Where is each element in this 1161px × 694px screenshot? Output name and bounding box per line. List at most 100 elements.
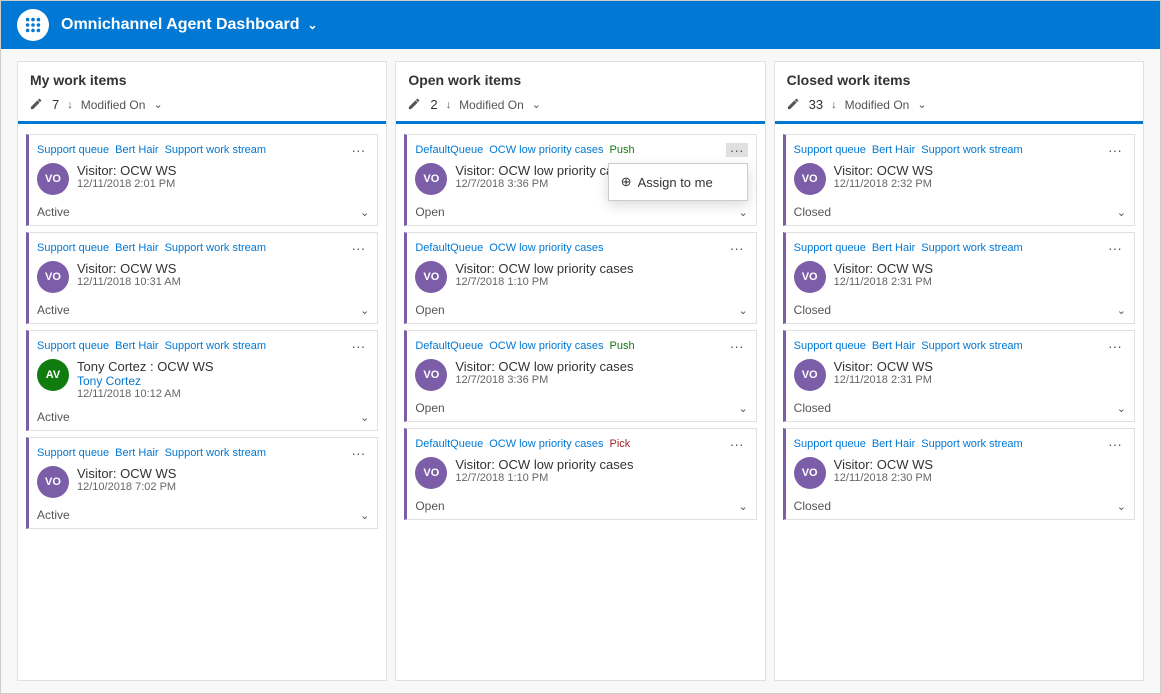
more-options-button[interactable]: ··· xyxy=(347,446,369,460)
work-item-body: VOVisitor: OCW WS12/11/2018 2:31 PM xyxy=(794,261,1126,293)
tag-label[interactable]: Support work stream xyxy=(921,340,1022,352)
work-item[interactable]: Support queue Bert Hair Support work strea… xyxy=(26,134,378,226)
top-bar: Omnichannel Agent Dashboard ⌄ xyxy=(1,1,1160,49)
work-item[interactable]: Support queue Bert Hair Support work strea… xyxy=(26,437,378,529)
tag-label[interactable]: Bert Hair xyxy=(872,340,915,352)
tag-label[interactable]: DefaultQueue xyxy=(415,242,483,254)
tag-label[interactable]: Support work stream xyxy=(921,144,1022,156)
more-options-button[interactable]: ··· xyxy=(347,241,369,255)
tag-label[interactable]: Support queue xyxy=(37,144,109,156)
app-icon xyxy=(17,9,49,41)
more-options-button[interactable]: ··· xyxy=(1104,339,1126,353)
expand-icon[interactable]: ⌄ xyxy=(738,206,747,219)
column-my-work-items: My work items7↓Modified On⌄Support queue… xyxy=(17,61,387,681)
work-item[interactable]: DefaultQueue OCW low priority cases ··· VOV… xyxy=(404,232,756,324)
tag-label[interactable]: Support queue xyxy=(794,144,866,156)
tag-label[interactable]: OCW low priority cases xyxy=(489,340,603,352)
expand-icon[interactable]: ⌄ xyxy=(1117,500,1126,513)
tag-label[interactable]: Bert Hair xyxy=(115,340,158,352)
work-item[interactable]: DefaultQueue OCW low priority cases Push ··… xyxy=(404,330,756,422)
more-options-button[interactable]: ··· xyxy=(1104,143,1126,157)
work-item[interactable]: Support queue Bert Hair Support work strea… xyxy=(26,330,378,431)
expand-icon[interactable]: ⌄ xyxy=(360,206,369,219)
work-item-footer: Active⌄ xyxy=(37,201,369,219)
sort-chevron-icon[interactable]: ⌄ xyxy=(153,98,162,111)
tag-label[interactable]: Support work stream xyxy=(165,447,266,459)
tag-label[interactable]: Support queue xyxy=(37,340,109,352)
work-item-info: Visitor: OCW WS12/11/2018 2:01 PM xyxy=(77,163,369,190)
tag-label[interactable]: Support queue xyxy=(794,340,866,352)
tag-label[interactable]: Bert Hair xyxy=(115,447,158,459)
tag-label[interactable]: Support work stream xyxy=(165,144,266,156)
tag-label[interactable]: Support queue xyxy=(794,438,866,450)
expand-icon[interactable]: ⌄ xyxy=(360,304,369,317)
tag-label[interactable]: DefaultQueue xyxy=(415,438,483,450)
app-container: Omnichannel Agent Dashboard ⌄ My work it… xyxy=(0,0,1161,694)
edit-icon[interactable] xyxy=(787,96,801,113)
work-item[interactable]: DefaultQueue OCW low priority cases Pick ··… xyxy=(404,428,756,520)
more-options-button[interactable]: ··· xyxy=(726,143,748,157)
work-item-tags: Support queue Bert Hair Support work strea… xyxy=(794,143,1126,157)
tag-label[interactable]: Push xyxy=(610,340,635,352)
tag-label[interactable]: Push xyxy=(610,144,635,156)
more-options-button[interactable]: ··· xyxy=(347,143,369,157)
expand-icon[interactable]: ⌄ xyxy=(738,402,747,415)
sort-arrow-icon[interactable]: ↓ xyxy=(67,99,73,111)
work-item-name: Visitor: OCW low priority cases xyxy=(455,359,747,374)
tag-label[interactable]: DefaultQueue xyxy=(415,340,483,352)
tag-label[interactable]: Bert Hair xyxy=(115,144,158,156)
tag-label[interactable]: OCW low priority cases xyxy=(489,144,603,156)
work-item[interactable]: DefaultQueue OCW low priority cases Push ··… xyxy=(404,134,756,226)
work-item[interactable]: Support queue Bert Hair Support work strea… xyxy=(783,134,1135,226)
sort-chevron-icon[interactable]: ⌄ xyxy=(917,98,926,111)
expand-icon[interactable]: ⌄ xyxy=(360,411,369,424)
tag-label[interactable]: Pick xyxy=(610,438,631,450)
tag-label[interactable]: OCW low priority cases xyxy=(489,242,603,254)
more-options-button[interactable]: ··· xyxy=(1104,437,1126,451)
tag-label[interactable]: Support work stream xyxy=(921,242,1022,254)
work-item-date: 12/11/2018 2:30 PM xyxy=(834,472,1126,484)
tag-label[interactable]: Support queue xyxy=(37,447,109,459)
expand-icon[interactable]: ⌄ xyxy=(360,509,369,522)
work-item-footer: Closed⌄ xyxy=(794,201,1126,219)
work-item[interactable]: Support queue Bert Hair Support work strea… xyxy=(783,428,1135,520)
more-options-button[interactable]: ··· xyxy=(726,339,748,353)
tag-label[interactable]: OCW low priority cases xyxy=(489,438,603,450)
tag-label[interactable]: Bert Hair xyxy=(115,242,158,254)
assign-to-me-button[interactable]: ⊕Assign to me xyxy=(609,166,747,198)
sort-chevron-icon[interactable]: ⌄ xyxy=(532,98,541,111)
status-badge: Active xyxy=(37,410,70,424)
expand-icon[interactable]: ⌄ xyxy=(1117,402,1126,415)
title-chevron-icon[interactable]: ⌄ xyxy=(308,18,318,32)
work-item-body: VOVisitor: OCW WS12/11/2018 10:31 AM xyxy=(37,261,369,293)
more-options-button[interactable]: ··· xyxy=(726,437,748,451)
tag-label[interactable]: Bert Hair xyxy=(872,438,915,450)
expand-icon[interactable]: ⌄ xyxy=(1117,206,1126,219)
work-item-info: Visitor: OCW WS12/11/2018 2:31 PM xyxy=(834,359,1126,386)
work-item[interactable]: Support queue Bert Hair Support work strea… xyxy=(783,330,1135,422)
edit-icon[interactable] xyxy=(408,96,422,113)
work-item[interactable]: Support queue Bert Hair Support work strea… xyxy=(783,232,1135,324)
tag-label[interactable]: Bert Hair xyxy=(872,242,915,254)
expand-icon[interactable]: ⌄ xyxy=(738,500,747,513)
more-options-button[interactable]: ··· xyxy=(1104,241,1126,255)
tag-label[interactable]: Bert Hair xyxy=(872,144,915,156)
tag-label[interactable]: Support queue xyxy=(794,242,866,254)
sort-arrow-icon[interactable]: ↓ xyxy=(831,99,837,111)
sort-arrow-icon[interactable]: ↓ xyxy=(446,99,452,111)
tag-label[interactable]: Support work stream xyxy=(165,242,266,254)
edit-icon[interactable] xyxy=(30,96,44,113)
work-item[interactable]: Support queue Bert Hair Support work strea… xyxy=(26,232,378,324)
avatar: VO xyxy=(415,261,447,293)
tag-label[interactable]: Support queue xyxy=(37,242,109,254)
sort-label: Modified On xyxy=(845,98,910,112)
expand-icon[interactable]: ⌄ xyxy=(1117,304,1126,317)
tag-label[interactable]: Support work stream xyxy=(165,340,266,352)
tag-label[interactable]: DefaultQueue xyxy=(415,144,483,156)
expand-icon[interactable]: ⌄ xyxy=(738,304,747,317)
more-options-button[interactable]: ··· xyxy=(726,241,748,255)
tag-label[interactable]: Support work stream xyxy=(921,438,1022,450)
work-item-link[interactable]: Tony Cortez xyxy=(77,374,369,388)
more-options-button[interactable]: ··· xyxy=(347,339,369,353)
work-item-body: VOVisitor: OCW low priority cases12/7/20… xyxy=(415,261,747,293)
